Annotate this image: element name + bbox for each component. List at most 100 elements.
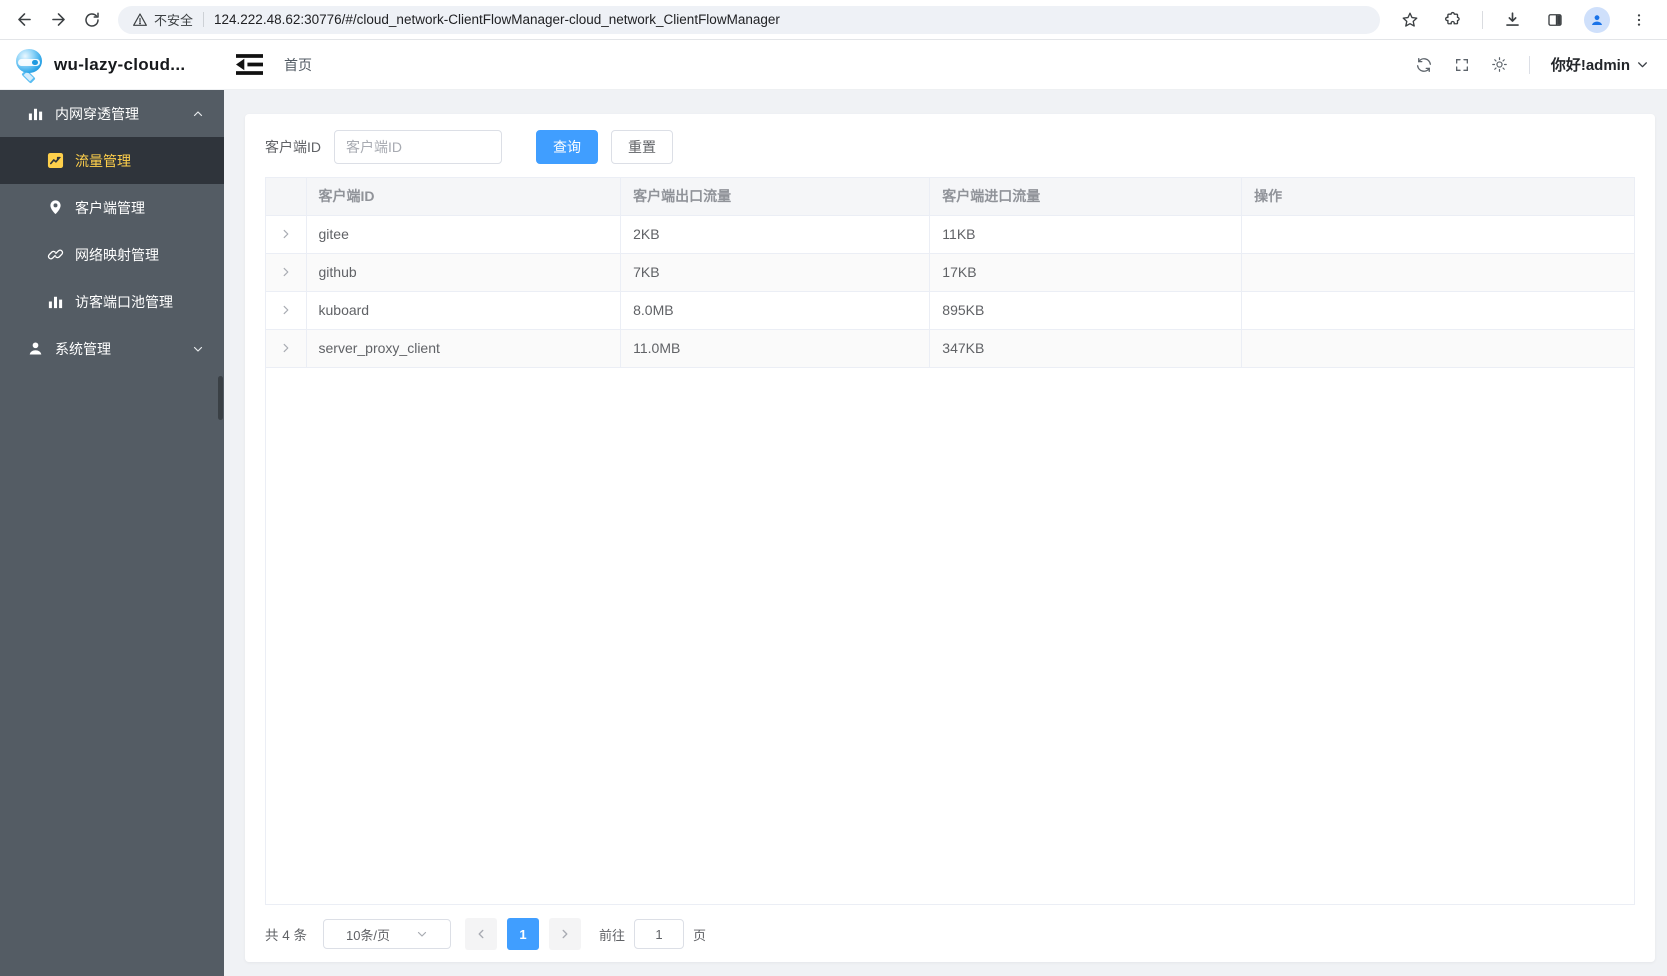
- main-content: 客户端ID 查询 重置 客户端ID 客户端出口流量 客户端进口流量: [224, 90, 1667, 976]
- prev-page-button[interactable]: [465, 918, 498, 950]
- sidebar-group-intranet[interactable]: 内网穿透管理: [0, 90, 224, 137]
- logo-area: wu-lazy-cloud...: [0, 47, 224, 84]
- sun-icon: [1491, 57, 1507, 72]
- app-logo-icon: [13, 47, 45, 84]
- page-unit-label: 页: [693, 927, 707, 943]
- content-card: 客户端ID 查询 重置 客户端ID 客户端出口流量 客户端进口流量: [245, 114, 1655, 962]
- goto-label: 前往: [599, 927, 626, 943]
- sidebar-item-label: 访客端口池管理: [75, 293, 173, 310]
- breadcrumb-home[interactable]: 首页: [284, 55, 312, 75]
- cell-actions: [1241, 253, 1634, 292]
- row-expand-button[interactable]: [276, 338, 296, 358]
- table-header-row: 客户端ID 客户端出口流量 客户端进口流量 操作: [266, 178, 1634, 216]
- sidebar-item-network-mapping[interactable]: 网络映射管理: [0, 231, 224, 278]
- app-title: wu-lazy-cloud...: [54, 54, 186, 74]
- column-header-client-id: 客户端ID: [306, 178, 622, 216]
- reload-icon: [83, 11, 101, 29]
- row-expand-button[interactable]: [276, 300, 296, 320]
- bar-chart-icon: [48, 296, 63, 309]
- app-header: wu-lazy-cloud... 首页 你好!admin: [0, 40, 1667, 90]
- star-icon: [1402, 12, 1418, 27]
- refresh-page-button[interactable]: [1415, 56, 1433, 74]
- next-page-button[interactable]: [549, 918, 582, 950]
- row-expand-button[interactable]: [276, 262, 296, 282]
- page-size-value: 10条/页: [345, 927, 391, 943]
- theme-toggle-button[interactable]: [1491, 56, 1508, 73]
- location-pin-icon: [50, 200, 61, 214]
- table-row: server_proxy_client 11.0MB 347KB: [266, 329, 1634, 368]
- downloads-button[interactable]: [1498, 6, 1526, 34]
- current-page-button[interactable]: 1: [507, 918, 540, 950]
- site-security-chip[interactable]: 不安全: [132, 10, 193, 29]
- page-size-select[interactable]: 10条/页: [323, 919, 452, 949]
- sidebar-item-flow-manager[interactable]: 流量管理: [0, 137, 224, 184]
- refresh-icon: [1416, 57, 1431, 72]
- kebab-menu-icon: [1637, 13, 1641, 26]
- download-icon: [1505, 12, 1519, 26]
- fullscreen-button[interactable]: [1454, 57, 1470, 73]
- browser-profile-button[interactable]: [1584, 6, 1610, 33]
- cell-client-id: server_proxy_client: [306, 329, 622, 368]
- cell-in-flow: 17KB: [929, 253, 1243, 292]
- expand-column-header: [266, 178, 307, 216]
- reset-button[interactable]: 重置: [611, 130, 673, 164]
- browser-toolbar: 不安全 124.222.48.62:30776/#/cloud_network-…: [0, 0, 1667, 40]
- client-id-input[interactable]: [334, 130, 502, 164]
- row-expand-button[interactable]: [276, 224, 296, 244]
- extensions-button[interactable]: [1439, 6, 1467, 34]
- sidebar-group-system[interactable]: 系统管理: [0, 325, 224, 372]
- sidebar-collapse-button[interactable]: [236, 53, 263, 76]
- sidebar-group-label: 内网穿透管理: [55, 105, 139, 122]
- chevron-right-icon: [283, 229, 289, 239]
- cell-in-flow: 895KB: [929, 291, 1243, 330]
- cell-out-flow: 11.0MB: [620, 329, 931, 368]
- table-row: github 7KB 17KB: [266, 253, 1634, 292]
- security-label: 不安全: [154, 13, 194, 28]
- cell-client-id: gitee: [306, 215, 622, 254]
- user-dropdown[interactable]: 你好!admin: [1551, 54, 1649, 75]
- chevron-down-icon: [192, 343, 204, 355]
- warning-triangle-icon: [132, 12, 148, 28]
- chevron-down-icon: [417, 931, 427, 937]
- sidebar-scrollbar-thumb[interactable]: [218, 376, 223, 420]
- browser-back-button[interactable]: [10, 6, 38, 34]
- cell-in-flow: 11KB: [929, 215, 1243, 254]
- chevron-right-icon: [283, 305, 289, 315]
- side-panel-button[interactable]: [1541, 6, 1569, 34]
- browser-reload-button[interactable]: [78, 6, 106, 34]
- puzzle-icon: [1445, 11, 1460, 24]
- sidebar-item-visitor-port-pool[interactable]: 访客端口池管理: [0, 278, 224, 325]
- sidebar-item-client-manager[interactable]: 客户端管理: [0, 184, 224, 231]
- goto-page-input[interactable]: [634, 919, 685, 949]
- cell-out-flow: 2KB: [620, 215, 931, 254]
- browser-menu-button[interactable]: [1625, 6, 1653, 34]
- omnibox-divider: [203, 12, 205, 27]
- browser-forward-button[interactable]: [44, 6, 72, 34]
- url-text: 124.222.48.62:30776/#/cloud_network-Clie…: [214, 12, 780, 27]
- chevron-right-icon: [283, 267, 289, 277]
- cell-in-flow: 347KB: [929, 329, 1243, 368]
- cell-out-flow: 8.0MB: [620, 291, 931, 330]
- column-header-in-flow: 客户端进口流量: [929, 178, 1243, 216]
- table-row: kuboard 8.0MB 895KB: [266, 291, 1634, 330]
- cell-actions: [1241, 215, 1634, 254]
- column-header-actions: 操作: [1241, 178, 1634, 216]
- chevron-up-icon: [192, 108, 204, 120]
- fold-menu-icon: [236, 54, 263, 75]
- link-icon: [47, 249, 64, 260]
- url-bar[interactable]: 不安全 124.222.48.62:30776/#/cloud_network-…: [118, 5, 1380, 34]
- sidebar-nav: 内网穿透管理 流量管理 客户端管理 网络映射管理 访客端口池管理 系统管理: [0, 90, 224, 976]
- fullscreen-icon: [1455, 58, 1468, 71]
- chevron-down-icon: [1638, 62, 1647, 68]
- cell-actions: [1241, 291, 1634, 330]
- cell-client-id: github: [306, 253, 622, 292]
- query-button[interactable]: 查询: [536, 130, 598, 164]
- table-row: gitee 2KB 11KB: [266, 215, 1634, 254]
- bookmark-star-button[interactable]: [1396, 6, 1424, 34]
- back-arrow-icon: [15, 10, 34, 29]
- chevron-left-icon: [478, 929, 484, 939]
- chevron-right-icon: [283, 343, 289, 353]
- profile-avatar-icon: [1592, 14, 1602, 25]
- cell-out-flow: 7KB: [620, 253, 931, 292]
- side-panel-icon: [1548, 13, 1562, 26]
